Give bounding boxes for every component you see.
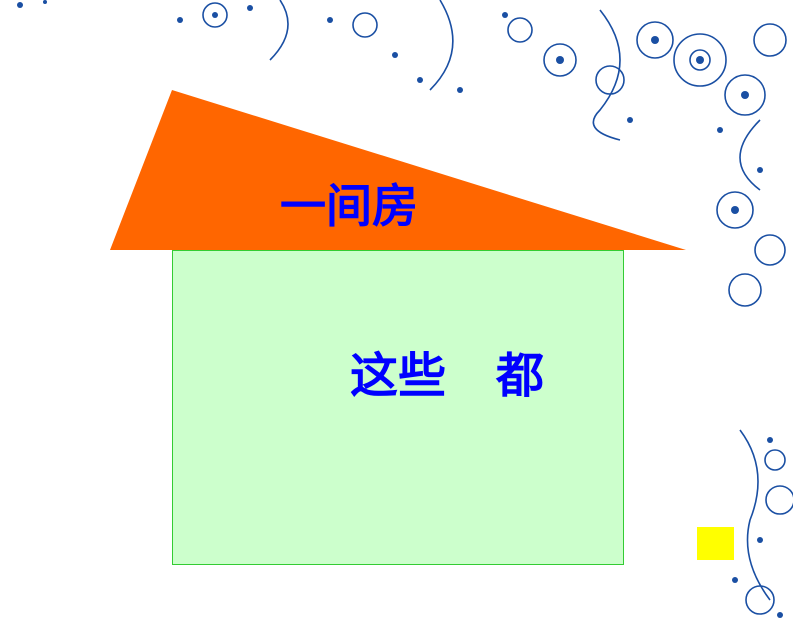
slide: 一间房 这些 都	[0, 0, 793, 623]
yellow-marker	[697, 527, 734, 560]
house-body	[172, 250, 624, 565]
house-label-part2: 都	[496, 348, 545, 404]
roof-label: 一间房	[280, 179, 418, 233]
house-label-part1: 这些	[350, 348, 447, 404]
